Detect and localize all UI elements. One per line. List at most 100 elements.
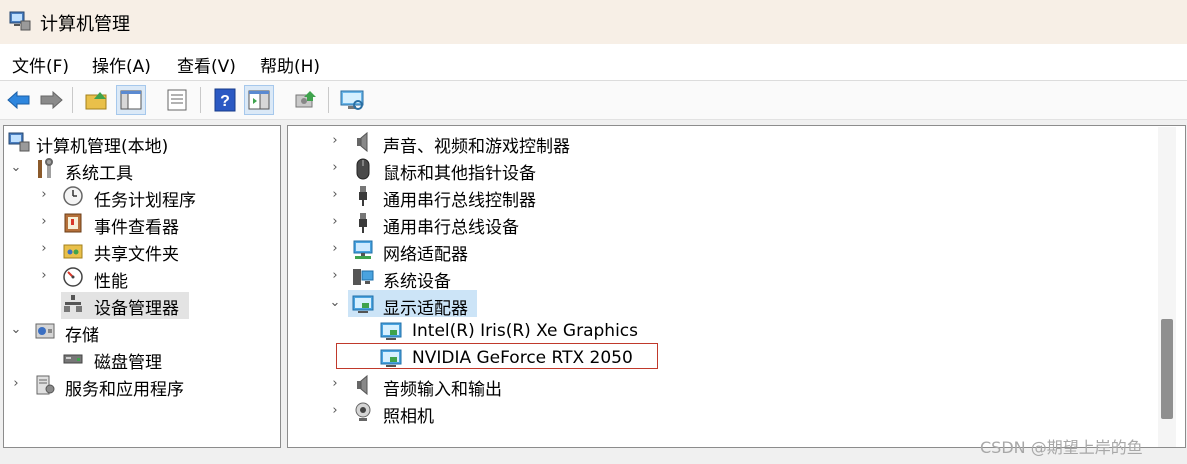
tree-item-event-viewer[interactable]: › 事件查看器: [4, 210, 280, 238]
device-category-label: 鼠标和其他指针设备: [383, 164, 536, 184]
device-manager-icon: [64, 295, 82, 312]
chevron-right-icon[interactable]: ›: [37, 241, 51, 257]
storage-icon: [35, 323, 55, 339]
chevron-down-icon[interactable]: ⌄: [328, 295, 342, 311]
speaker-icon: [357, 374, 368, 396]
tree-item-label: 任务计划程序: [94, 191, 196, 211]
device-label: Intel(R) Iris(R) Xe Graphics: [412, 321, 638, 341]
menu-bar: 文件(F) 操作(A) 查看(V) 帮助(H): [0, 44, 1187, 81]
menu-help[interactable]: 帮助(H): [260, 52, 320, 77]
device-intel-iris-xe[interactable]: Intel(R) Iris(R) Xe Graphics: [288, 318, 1148, 344]
tree-item-task-scheduler[interactable]: › 任务计划程序: [4, 183, 280, 211]
device-category-label: 网络适配器: [383, 245, 468, 265]
chevron-right-icon[interactable]: ›: [9, 376, 23, 392]
device-category-label: 照相机: [383, 407, 434, 427]
toolbar-separator: [200, 87, 201, 113]
device-category-sound[interactable]: › 声音、视频和游戏控制器: [288, 129, 1148, 157]
forward-arrow-icon[interactable]: [36, 85, 66, 115]
tree-item-storage[interactable]: ⌄ 存储: [4, 318, 280, 346]
event-viewer-icon: [64, 213, 82, 233]
tree-item-label: 服务和应用程序: [65, 380, 184, 400]
properties-icon[interactable]: [162, 85, 192, 115]
menu-file[interactable]: 文件(F): [12, 52, 69, 77]
device-category-usb-controllers[interactable]: › 通用串行总线控制器: [288, 183, 1148, 211]
svg-text:?: ?: [220, 93, 230, 110]
chevron-right-icon[interactable]: ›: [328, 160, 342, 176]
toolbar: ?: [0, 81, 1187, 120]
console-tree[interactable]: 计算机管理(本地) ⌄ 系统工具 › 任务计划程序 › 事件查看器 › 共享文件…: [3, 125, 281, 448]
tree-item-shared-folders[interactable]: › 共享文件夹: [4, 237, 280, 265]
menu-action[interactable]: 操作(A): [92, 52, 151, 77]
camera-icon: [355, 402, 371, 421]
window-title: 计算机管理: [40, 14, 130, 35]
device-category-label: 通用串行总线设备: [383, 218, 519, 238]
watermark: CSDN @期望上岸的鱼: [980, 438, 1143, 457]
menu-view[interactable]: 查看(V): [177, 52, 236, 77]
chevron-right-icon[interactable]: ›: [37, 214, 51, 230]
device-category-label: 音频输入和输出: [383, 380, 502, 400]
back-arrow-icon[interactable]: [4, 85, 34, 115]
tree-item-label: 性能: [94, 272, 128, 292]
disk-management-icon: [63, 354, 83, 364]
display-adapter-icon: [380, 322, 402, 340]
chevron-right-icon[interactable]: ›: [328, 214, 342, 230]
up-folder-icon[interactable]: [82, 85, 112, 115]
usb-icon: [359, 213, 367, 233]
chevron-right-icon[interactable]: ›: [328, 376, 342, 392]
chevron-right-icon[interactable]: ›: [37, 187, 51, 203]
usb-icon: [359, 186, 367, 206]
show-hide-action-pane-icon[interactable]: [244, 85, 274, 115]
chevron-right-icon[interactable]: ›: [328, 268, 342, 284]
system-device-icon: [353, 269, 374, 285]
show-hide-tree-icon[interactable]: [116, 85, 146, 115]
scrollbar-thumb[interactable]: [1161, 319, 1173, 419]
device-category-system-devices[interactable]: › 系统设备: [288, 264, 1148, 292]
tree-item-label: 存储: [65, 326, 99, 346]
highlight-box: [336, 343, 658, 369]
update-driver-icon[interactable]: [290, 85, 320, 115]
chevron-down-icon[interactable]: ⌄: [9, 322, 23, 338]
chevron-right-icon[interactable]: ›: [328, 403, 342, 419]
tree-item-label: 系统工具: [65, 164, 133, 184]
clock-icon: [63, 186, 83, 206]
tree-item-label: 事件查看器: [94, 218, 179, 238]
chevron-right-icon[interactable]: ›: [328, 133, 342, 149]
device-category-mouse[interactable]: › 鼠标和其他指针设备: [288, 156, 1148, 184]
title-bar: 计算机管理: [0, 0, 1187, 44]
device-category-camera[interactable]: › 照相机: [288, 399, 1148, 427]
mouse-icon: [356, 158, 370, 180]
chevron-right-icon[interactable]: ›: [37, 268, 51, 284]
tree-item-computer-management[interactable]: 计算机管理(本地): [4, 129, 280, 157]
chevron-right-icon[interactable]: ›: [328, 241, 342, 257]
device-category-usb-devices[interactable]: › 通用串行总线设备: [288, 210, 1148, 238]
device-category-label: 通用串行总线控制器: [383, 191, 536, 211]
computer-management-icon: [8, 132, 30, 152]
chevron-right-icon[interactable]: ›: [328, 187, 342, 203]
tree-item-services-applications[interactable]: › 服务和应用程序: [4, 372, 280, 400]
speaker-icon: [357, 131, 368, 153]
system-tools-icon: [38, 158, 53, 178]
device-tree[interactable]: › 声音、视频和游戏控制器 › 鼠标和其他指针设备 › 通用串行总线控制器 › …: [287, 125, 1186, 448]
tree-item-device-manager[interactable]: 设备管理器: [4, 291, 280, 319]
device-category-label: 系统设备: [383, 272, 451, 292]
tree-item-disk-management[interactable]: 磁盘管理: [4, 345, 280, 373]
computer-management-icon: [9, 11, 31, 31]
scan-hardware-icon[interactable]: [338, 85, 368, 115]
shared-folder-icon: [63, 244, 83, 259]
device-category-network[interactable]: › 网络适配器: [288, 237, 1148, 265]
tree-item-label: 计算机管理(本地): [36, 137, 169, 157]
tree-item-label: 设备管理器: [94, 299, 179, 319]
device-category-audio-io[interactable]: › 音频输入和输出: [288, 372, 1148, 400]
device-category-label: 显示适配器: [383, 299, 468, 319]
device-category-display-adapters[interactable]: ⌄ 显示适配器: [288, 291, 1148, 319]
toolbar-separator: [72, 87, 73, 113]
vertical-scrollbar[interactable]: [1158, 127, 1176, 447]
device-category-label: 声音、视频和游戏控制器: [383, 137, 570, 157]
tree-item-label: 共享文件夹: [94, 245, 179, 265]
help-icon[interactable]: ?: [210, 85, 240, 115]
display-adapter-icon: [352, 295, 374, 313]
tree-item-performance[interactable]: › 性能: [4, 264, 280, 292]
chevron-down-icon[interactable]: ⌄: [9, 160, 23, 176]
tree-item-system-tools[interactable]: ⌄ 系统工具: [4, 156, 280, 184]
performance-icon: [63, 267, 83, 287]
